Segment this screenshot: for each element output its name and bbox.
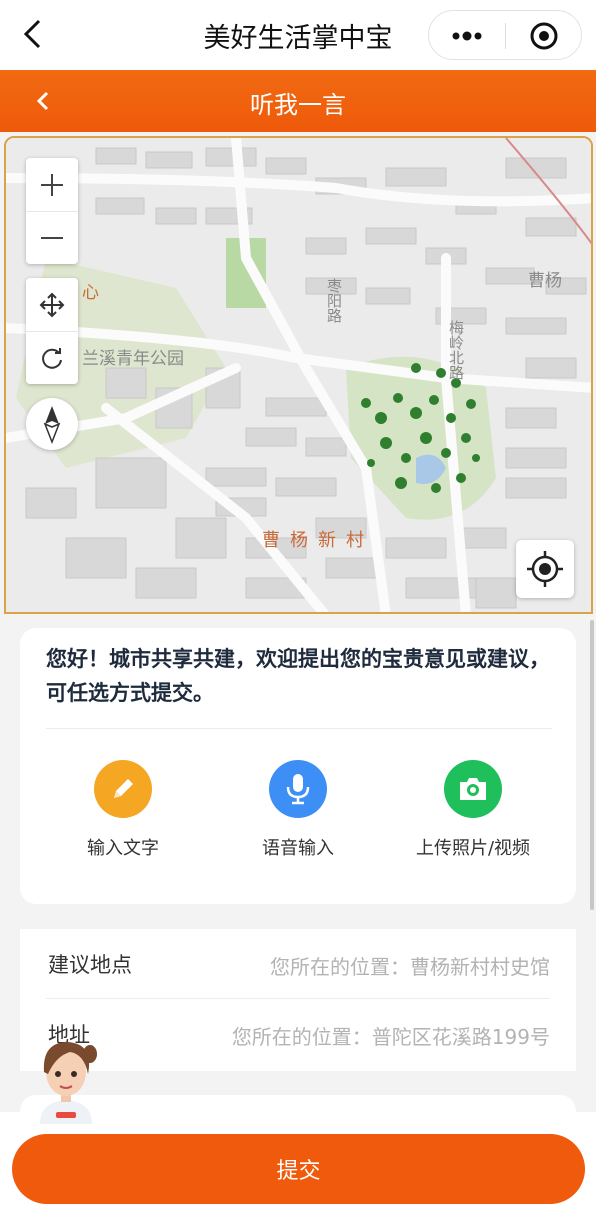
- zoom-in-button[interactable]: [26, 158, 78, 211]
- close-miniprogram-icon[interactable]: [529, 21, 559, 51]
- zoom-control: [26, 158, 78, 264]
- upload-media-circle: [444, 760, 502, 818]
- location-form: 建议地点 您所在的位置：曹杨新村村史馆 地址 您所在的位置：普陀区花溪路199号: [20, 929, 576, 1071]
- rotate-icon: [42, 347, 62, 369]
- map-label-road: 枣阳路: [325, 278, 343, 323]
- compass-icon: [43, 406, 61, 444]
- upload-media-label: 上传照片/视频: [415, 838, 531, 859]
- page-title: 听我一言: [250, 91, 346, 119]
- address-field-value: 您所在的位置：普陀区花溪路199号: [231, 1025, 550, 1049]
- voice-input-option[interactable]: 语音输入: [218, 760, 378, 860]
- form-row-location[interactable]: 建议地点 您所在的位置：曹杨新村村史馆: [46, 929, 550, 999]
- upload-media-option[interactable]: 上传照片/视频: [393, 760, 553, 860]
- submit-button[interactable]: 提交: [12, 1134, 585, 1204]
- card-divider: [46, 728, 552, 729]
- map-label-heart: 心: [82, 283, 99, 303]
- compass-button[interactable]: [26, 398, 78, 450]
- mini-program-bar: 美好生活掌中宝: [0, 0, 596, 70]
- text-input-circle: [94, 760, 152, 818]
- camera-icon: [460, 778, 486, 800]
- pan-button[interactable]: [26, 278, 78, 331]
- form-row-address[interactable]: 地址 您所在的位置：普陀区花溪路199号: [46, 999, 550, 1069]
- text-input-option[interactable]: 输入文字: [43, 760, 203, 860]
- move-icon: [39, 292, 65, 317]
- map-tools-control: [26, 278, 78, 384]
- capsule-menu: [428, 10, 582, 60]
- greeting-text: 您好！城市共享共建，欢迎提出您的宝贵意见或建议，可任选方式提交。: [46, 647, 550, 705]
- minus-icon: [41, 236, 63, 239]
- rotate-button[interactable]: [26, 331, 78, 384]
- map-label-village: 曹杨新村: [262, 530, 374, 551]
- map-view[interactable]: 兰溪青年公园 曹杨 枣阳路 梅岭北路 曹杨新村 心: [4, 136, 593, 614]
- input-method-card: 您好！城市共享共建，欢迎提出您的宝贵意见或建议，可任选方式提交。 输入文字 语音…: [20, 628, 576, 904]
- map-label-park: 兰溪青年公园: [82, 349, 184, 369]
- map-label-road: 梅岭北路: [447, 320, 465, 380]
- assistant-avatar[interactable]: [30, 1024, 102, 1128]
- location-field-label: 建议地点: [48, 953, 132, 977]
- location-target-icon: [527, 551, 563, 587]
- voice-input-label: 语音输入: [262, 838, 334, 859]
- page-header: 听我一言: [0, 70, 596, 132]
- map-label-area: 曹杨: [528, 271, 562, 291]
- voice-input-circle: [269, 760, 327, 818]
- pencil-icon: [114, 779, 133, 798]
- locate-me-button[interactable]: [516, 540, 574, 598]
- plus-icon: [41, 173, 63, 196]
- microphone-icon: [286, 774, 310, 805]
- text-input-label: 输入文字: [87, 838, 159, 859]
- zoom-out-button[interactable]: [26, 211, 78, 264]
- location-field-value: 您所在的位置：曹杨新村村史馆: [270, 955, 550, 979]
- more-icon[interactable]: [449, 22, 485, 50]
- capsule-divider: [505, 23, 506, 49]
- page-scrollbar[interactable]: [590, 620, 594, 910]
